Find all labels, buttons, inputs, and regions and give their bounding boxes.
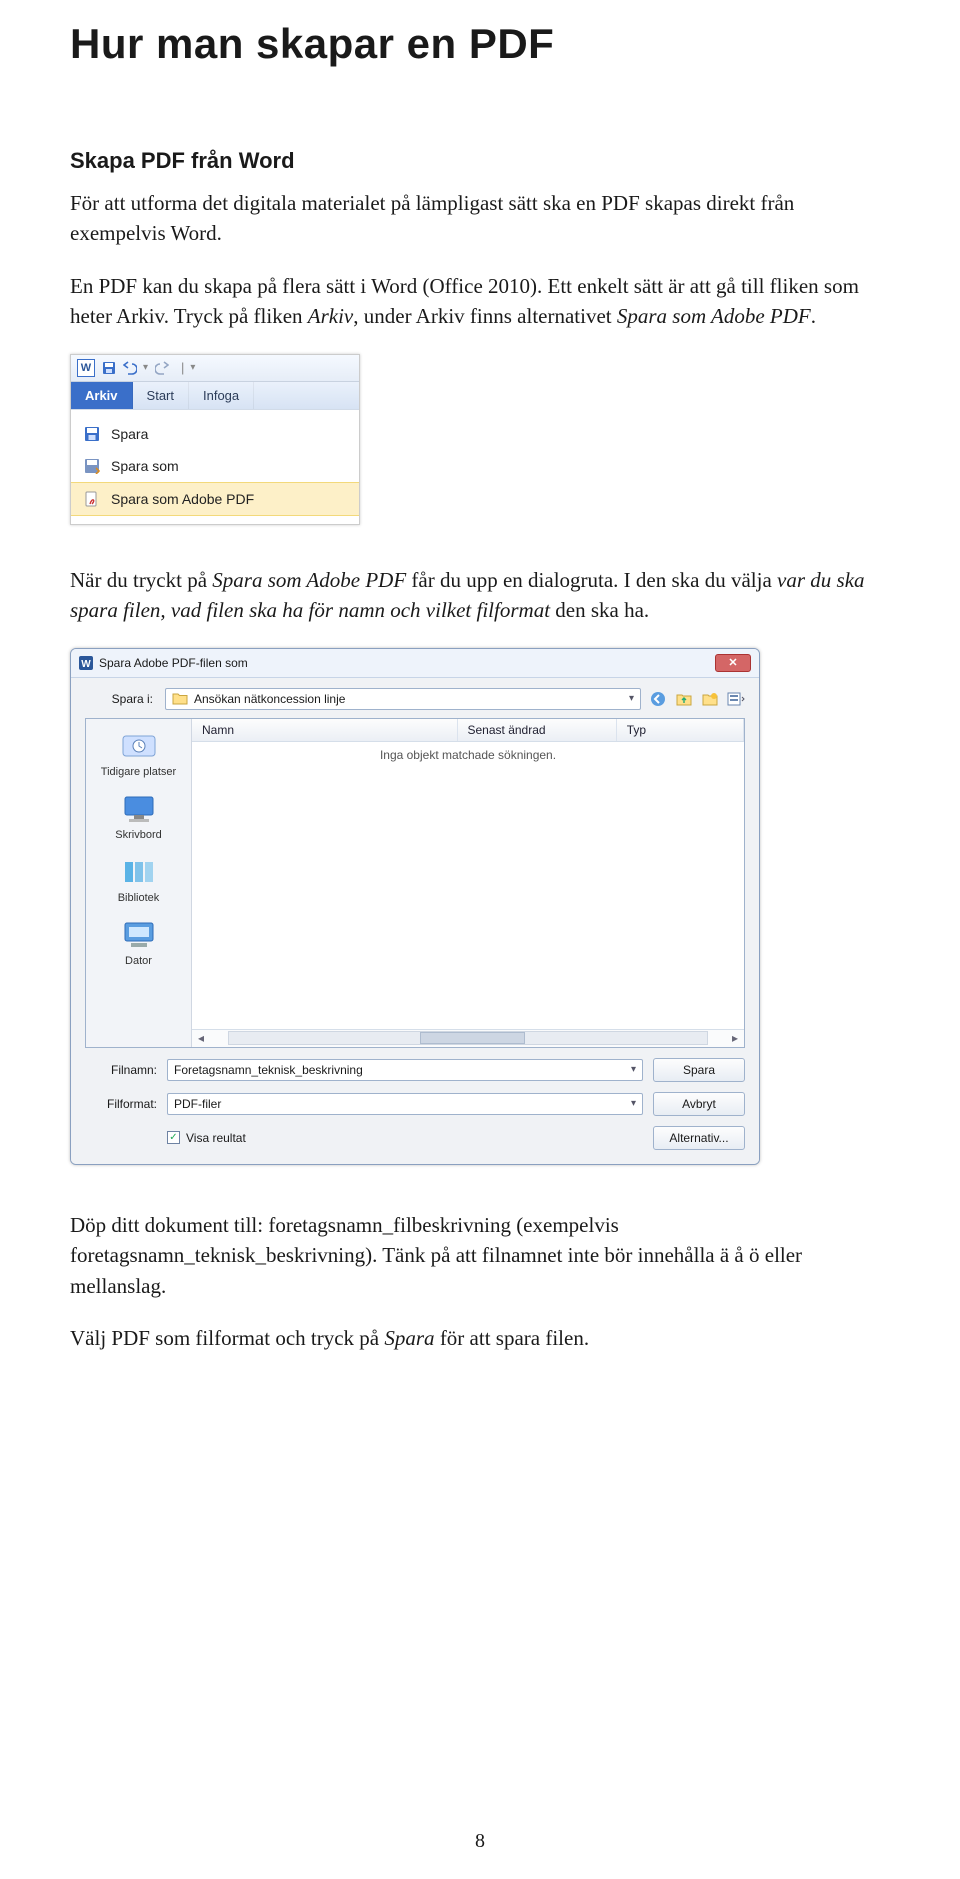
folder-icon	[172, 692, 188, 705]
up-one-level-icon[interactable]	[675, 690, 693, 708]
save-in-label: Spara i:	[85, 692, 157, 706]
col-modified[interactable]: Senast ändrad	[458, 719, 617, 741]
word-ribbon-screenshot: W ▾ | ▾ Arkiv Start Infoga Spara Spara s	[70, 354, 360, 525]
page-title: Hur man skapar en PDF	[70, 20, 890, 68]
redo-icon[interactable]	[154, 360, 169, 375]
col-type[interactable]: Typ	[617, 719, 744, 741]
menu-spara-som[interactable]: Spara som	[71, 450, 359, 482]
place-computer-label: Dator	[125, 955, 152, 967]
undo-icon[interactable]	[122, 360, 137, 375]
menu-spara[interactable]: Spara	[71, 418, 359, 450]
dialog-title: Spara Adobe PDF-filen som	[99, 656, 248, 670]
svg-text:W: W	[81, 659, 91, 670]
place-computer[interactable]: Dator	[118, 918, 160, 967]
scroll-left-icon[interactable]: ◂	[192, 1029, 210, 1047]
cancel-button[interactable]: Avbryt	[653, 1092, 745, 1116]
close-icon: ✕	[728, 656, 737, 669]
file-list-area: Tidigare platser Skrivbord Bibliotek Dat…	[85, 718, 745, 1048]
instruction-paragraph-2: När du tryckt på Spara som Adobe PDF får…	[70, 565, 890, 626]
place-libraries-label: Bibliotek	[118, 892, 160, 904]
libraries-icon	[118, 855, 160, 889]
view-result-label: Visa reultat	[186, 1131, 246, 1145]
menu-spara-adobe-pdf-label: Spara som Adobe PDF	[111, 491, 254, 507]
new-folder-icon[interactable]	[701, 690, 719, 708]
quick-access-toolbar: W ▾ | ▾	[71, 355, 359, 382]
place-desktop[interactable]: Skrivbord	[115, 792, 161, 841]
place-desktop-label: Skrivbord	[115, 829, 161, 841]
close-button[interactable]: ✕	[715, 654, 751, 672]
filename-label: Filnamn:	[85, 1063, 157, 1077]
save-as-icon	[83, 457, 101, 475]
place-libraries[interactable]: Bibliotek	[118, 855, 160, 904]
dialog-titlebar: W Spara Adobe PDF-filen som ✕	[71, 649, 759, 678]
chevron-down-icon: ▾	[629, 693, 634, 704]
chevron-down-icon: ▾	[631, 1064, 636, 1075]
pdf-icon	[83, 490, 101, 508]
place-recent[interactable]: Tidigare platser	[101, 729, 176, 778]
horizontal-scrollbar[interactable]: ◂ ▸	[192, 1029, 744, 1047]
filetype-combo[interactable]: PDF-filer ▾	[167, 1093, 643, 1115]
computer-icon	[118, 918, 160, 952]
empty-list-message: Inga objekt matchade sökningen.	[192, 742, 744, 1029]
filetype-label: Filformat:	[85, 1097, 157, 1111]
menu-spara-adobe-pdf[interactable]: Spara som Adobe PDF	[71, 482, 359, 516]
tab-start[interactable]: Start	[133, 382, 189, 409]
folder-name: Ansökan nätkoncession linje	[194, 692, 623, 706]
word-logo-icon: W	[77, 359, 95, 377]
menu-spara-label: Spara	[111, 426, 148, 442]
qat-more-icon[interactable]: ▾	[190, 362, 195, 373]
filename-input[interactable]: Foretagsnamn_teknisk_beskrivning ▾	[167, 1059, 643, 1081]
file-menu: Spara Spara som Spara som Adobe PDF	[71, 409, 359, 524]
col-name[interactable]: Namn	[192, 719, 458, 741]
final-paragraph: Välj PDF som filformat och tryck på Spar…	[70, 1323, 890, 1353]
save-icon[interactable]	[101, 360, 116, 375]
tab-infoga[interactable]: Infoga	[189, 382, 254, 409]
back-icon[interactable]	[649, 690, 667, 708]
desktop-icon	[118, 792, 160, 826]
views-icon[interactable]	[727, 690, 745, 708]
intro-paragraph: För att utforma det digitala materialet …	[70, 188, 890, 249]
places-sidebar: Tidigare platser Skrivbord Bibliotek Dat…	[86, 719, 192, 1047]
instruction-paragraph-1: En PDF kan du skapa på flera sätt i Word…	[70, 271, 890, 332]
chevron-down-icon: ▾	[631, 1098, 636, 1109]
save-in-combo[interactable]: Ansökan nätkoncession linje ▾	[165, 688, 641, 710]
recent-icon	[118, 729, 160, 763]
naming-paragraph: Döp ditt dokument till: foretagsnamn_fil…	[70, 1210, 890, 1301]
word-small-icon: W	[79, 656, 93, 670]
dropdown-icon[interactable]: ▾	[143, 362, 148, 373]
section-heading: Skapa PDF från Word	[70, 148, 890, 174]
save-icon	[83, 425, 101, 443]
ribbon-tab-bar: Arkiv Start Infoga	[71, 382, 359, 409]
scroll-right-icon[interactable]: ▸	[726, 1029, 744, 1047]
place-recent-label: Tidigare platser	[101, 766, 176, 778]
view-result-checkbox[interactable]: ✓	[167, 1131, 180, 1144]
tab-arkiv[interactable]: Arkiv	[71, 382, 133, 409]
options-button[interactable]: Alternativ...	[653, 1126, 745, 1150]
save-as-dialog: W Spara Adobe PDF-filen som ✕ Spara i: A…	[70, 648, 760, 1165]
page-number: 8	[0, 1830, 960, 1853]
list-header: Namn Senast ändrad Typ	[192, 719, 744, 742]
save-button[interactable]: Spara	[653, 1058, 745, 1082]
menu-spara-som-label: Spara som	[111, 458, 179, 474]
